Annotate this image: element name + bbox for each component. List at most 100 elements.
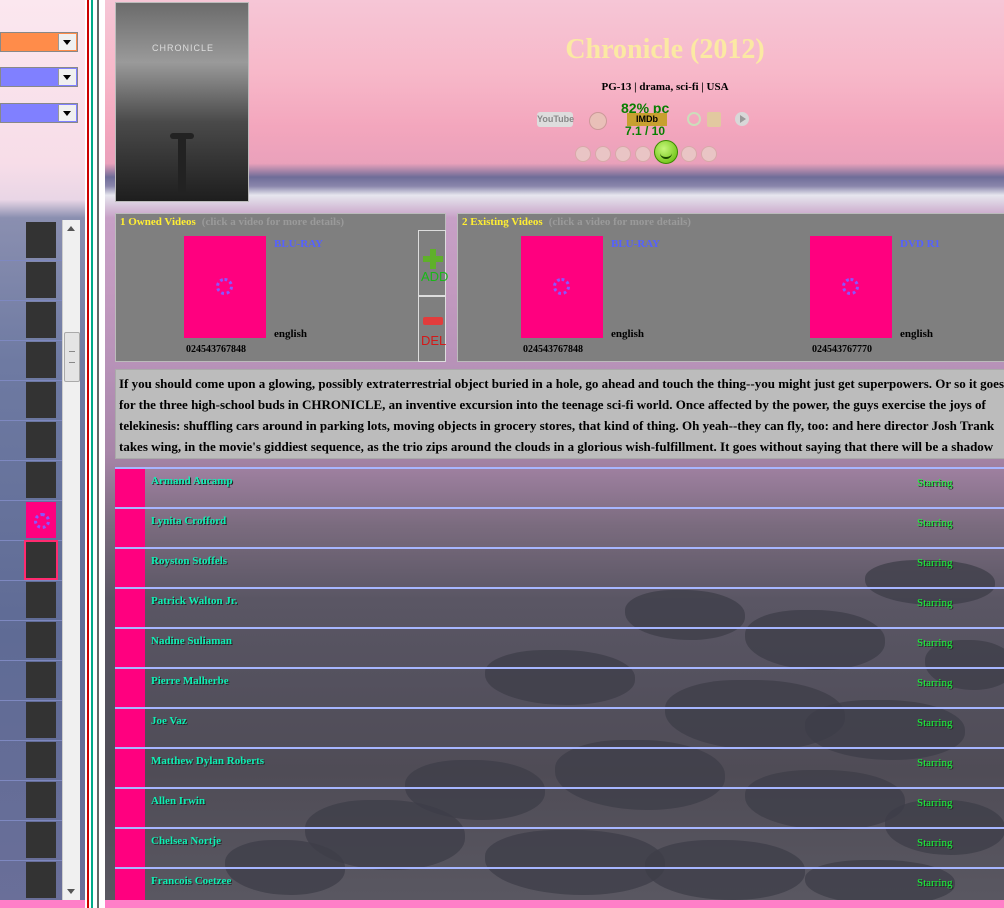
rotten-tomatoes-icon[interactable]	[589, 112, 607, 130]
movie-thumbnail-row[interactable]	[0, 700, 62, 741]
delete-video-button[interactable]: DEL	[418, 296, 446, 362]
smiley-rating-7-icon[interactable]	[701, 146, 717, 162]
cast-name[interactable]: Patrick Walton Jr.	[151, 595, 237, 607]
cast-row[interactable]: Armand Aucamp Starring	[115, 469, 1004, 509]
movie-thumbnail[interactable]	[26, 262, 56, 298]
cast-photo-placeholder[interactable]	[115, 709, 145, 747]
book-icon[interactable]	[707, 112, 721, 127]
movie-thumbnail-row[interactable]	[0, 500, 62, 541]
movie-thumbnail-row[interactable]	[0, 340, 62, 381]
cast-photo-placeholder[interactable]	[115, 829, 145, 867]
smiley-rating-4-icon[interactable]	[635, 146, 651, 162]
movie-poster[interactable]: CHRONICLE	[115, 2, 249, 202]
movie-thumbnail-row[interactable]	[0, 740, 62, 781]
movie-thumbnail[interactable]	[26, 382, 56, 418]
cast-row[interactable]: Lynita Crofford Starring	[115, 509, 1004, 549]
cast-name[interactable]: Chelsea Nortje	[151, 835, 221, 847]
panel-divider[interactable]	[85, 0, 105, 908]
movie-thumbnail[interactable]	[24, 540, 58, 580]
cast-row[interactable]: Nadine Suliaman Starring	[115, 629, 1004, 669]
cast-photo-placeholder[interactable]	[115, 669, 145, 707]
cast-row[interactable]: Chelsea Nortje Starring	[115, 829, 1004, 869]
chevron-down-icon[interactable]	[58, 34, 76, 50]
cast-photo-placeholder[interactable]	[115, 749, 145, 787]
movie-thumbnail[interactable]	[26, 662, 56, 698]
cast-row[interactable]: Allen Irwin Starring	[115, 789, 1004, 829]
cast-row[interactable]: Joe Vaz Starring	[115, 709, 1004, 749]
movie-thumbnail[interactable]	[26, 742, 56, 778]
add-video-button[interactable]: ADD	[418, 230, 448, 296]
movie-thumbnail-row[interactable]	[0, 620, 62, 661]
cast-name[interactable]: Francois Coetzee	[151, 875, 231, 887]
cast-photo-placeholder[interactable]	[115, 629, 145, 667]
chevron-down-icon[interactable]	[58, 69, 76, 85]
cast-name[interactable]: Lynita Crofford	[151, 515, 226, 527]
chevron-down-icon[interactable]	[58, 105, 76, 121]
cast-row[interactable]: Royston Stoffels Starring	[115, 549, 1004, 589]
smiley-rating-1-icon[interactable]	[575, 146, 591, 162]
movie-thumbnail[interactable]	[26, 462, 56, 498]
video-cover-loading-icon[interactable]	[810, 236, 892, 338]
cast-name[interactable]: Pierre Malherbe	[151, 675, 229, 687]
cast-photo-placeholder[interactable]	[115, 509, 145, 547]
smiley-rating-2-icon[interactable]	[595, 146, 611, 162]
cast-name[interactable]: Allen Irwin	[151, 795, 205, 807]
thumbnail-scrollbar[interactable]	[62, 220, 80, 900]
existing-video-card[interactable]: BLU-RAY english 024543767848	[521, 236, 661, 358]
cast-photo-placeholder[interactable]	[115, 589, 145, 627]
filter-dropdown-3[interactable]	[0, 103, 78, 123]
cast-name[interactable]: Royston Stoffels	[151, 555, 227, 567]
movie-thumbnail-row[interactable]	[0, 780, 62, 821]
video-cover-loading-icon[interactable]	[521, 236, 603, 338]
bottom-strip	[105, 900, 1004, 908]
movie-thumbnail-row[interactable]	[0, 860, 62, 901]
movie-thumbnail-row[interactable]	[0, 580, 62, 621]
video-language: english	[274, 328, 308, 340]
movie-thumbnail-row[interactable]	[0, 300, 62, 341]
scroll-up-arrow-icon[interactable]	[63, 220, 80, 237]
search-icon[interactable]	[687, 112, 701, 126]
filter-dropdown-2[interactable]	[0, 67, 78, 87]
filter-dropdown-1[interactable]	[0, 32, 78, 52]
movie-thumbnail-row[interactable]	[0, 660, 62, 701]
video-cover-loading-icon[interactable]	[184, 236, 266, 338]
movie-thumbnail[interactable]	[26, 782, 56, 818]
smiley-rating-6-icon[interactable]	[681, 146, 697, 162]
smiley-rating-3-icon[interactable]	[615, 146, 631, 162]
movie-thumbnail[interactable]	[26, 302, 56, 338]
movie-thumbnail[interactable]	[26, 342, 56, 378]
cast-name[interactable]: Joe Vaz	[151, 715, 187, 727]
movie-thumbnail[interactable]	[26, 582, 56, 618]
movie-thumbnail-row[interactable]	[0, 420, 62, 461]
movie-thumbnail-row[interactable]	[0, 540, 62, 581]
movie-thumbnail[interactable]	[26, 422, 56, 458]
movie-thumbnail-row[interactable]	[0, 380, 62, 421]
movie-thumbnail-row[interactable]	[0, 220, 62, 261]
youtube-icon[interactable]: YouTube	[537, 112, 574, 127]
cast-row[interactable]: Matthew Dylan Roberts Starring	[115, 749, 1004, 789]
movie-thumbnail[interactable]	[26, 502, 56, 538]
scroll-down-arrow-icon[interactable]	[63, 883, 80, 900]
cast-name[interactable]: Nadine Suliaman	[151, 635, 232, 647]
cast-photo-placeholder[interactable]	[115, 549, 145, 587]
cast-name[interactable]: Armand Aucamp	[151, 475, 233, 487]
movie-thumbnail[interactable]	[26, 822, 56, 858]
movie-thumbnail[interactable]	[26, 622, 56, 658]
owned-videos-panel: 1 Owned Videos (click a video for more de…	[115, 213, 448, 362]
scroll-thumb[interactable]	[64, 332, 80, 382]
play-icon[interactable]	[735, 112, 749, 126]
cast-photo-placeholder[interactable]	[115, 469, 145, 507]
movie-thumbnail-row[interactable]	[0, 460, 62, 501]
owned-video-card[interactable]: BLU-RAY english 024543767848	[184, 236, 324, 358]
movie-thumbnail-row[interactable]	[0, 820, 62, 861]
cast-name[interactable]: Matthew Dylan Roberts	[151, 755, 264, 767]
cast-photo-placeholder[interactable]	[115, 789, 145, 827]
smiley-rating-selected-icon[interactable]	[654, 140, 678, 164]
movie-thumbnail[interactable]	[26, 222, 56, 258]
movie-thumbnail-row[interactable]	[0, 260, 62, 301]
movie-thumbnail[interactable]	[26, 862, 56, 898]
cast-row[interactable]: Pierre Malherbe Starring	[115, 669, 1004, 709]
cast-row[interactable]: Patrick Walton Jr. Starring	[115, 589, 1004, 629]
existing-video-card[interactable]: DVD R1 english 024543767770	[810, 236, 950, 358]
movie-thumbnail[interactable]	[26, 702, 56, 738]
